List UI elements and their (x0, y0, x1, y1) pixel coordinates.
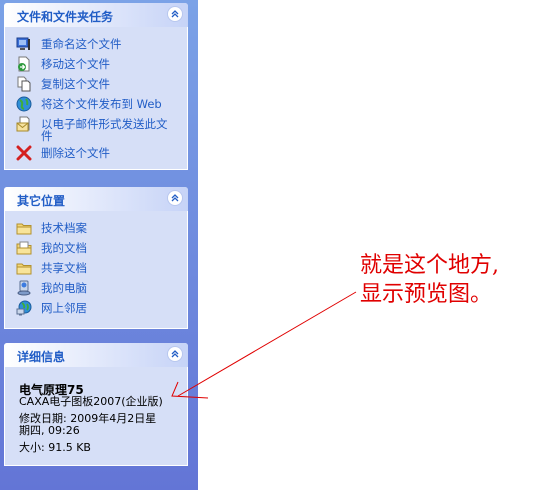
task-pane: 文件和文件夹任务 重命名这个文件 移动这个文件 复制这个文件 将这个文件发布到 … (0, 0, 198, 490)
place-my-computer-label: 我的电脑 (41, 281, 87, 295)
place-network[interactable]: 网上邻居 (16, 300, 181, 318)
folder-icon (16, 263, 32, 275)
other-places-title: 其它位置 (17, 194, 66, 208)
publish-web-icon (16, 96, 32, 112)
task-delete-label: 删除这个文件 (41, 146, 110, 160)
task-copy-label: 复制这个文件 (41, 77, 110, 91)
place-shared-documents[interactable]: 共享文档 (16, 260, 181, 278)
chevron-up-icon (171, 194, 179, 202)
file-tasks-panel: 文件和文件夹任务 重命名这个文件 移动这个文件 复制这个文件 将这个文件发布到 … (4, 3, 188, 170)
place-my-documents-label: 我的文档 (41, 241, 87, 255)
folder-icon (16, 223, 32, 235)
file-tasks-body: 重命名这个文件 移动这个文件 复制这个文件 将这个文件发布到 Web 以电子邮件… (4, 27, 188, 170)
place-my-computer[interactable]: 我的电脑 (16, 280, 181, 298)
place-network-label: 网上邻居 (41, 301, 87, 315)
place-shared-documents-label: 共享文档 (41, 261, 87, 275)
move-icon (18, 56, 30, 72)
other-places-collapse-button[interactable] (167, 190, 183, 206)
other-places-panel: 其它位置 技术档案 我的文档 共享文档 我的电脑 网上邻居 (4, 187, 188, 329)
task-email-label: 以电子邮件形式发送此文件 (41, 117, 168, 143)
delete-icon (16, 145, 32, 161)
details-title: 详细信息 (17, 350, 66, 364)
email-icon (16, 116, 30, 132)
details-file-size: 大小: 91.5 KB (19, 441, 91, 454)
other-places-header[interactable]: 其它位置 (4, 187, 188, 211)
details-body: 电气原理75 CAXA电子图板2007(企业版) 修改日期: 2009年4月2日… (4, 367, 188, 466)
task-move-label: 移动这个文件 (41, 57, 110, 71)
annotation-line-1: 就是这个地方, (360, 253, 499, 278)
task-delete[interactable]: 删除这个文件 (16, 145, 181, 163)
details-modified-date-cont: 期四, 09:26 (19, 424, 80, 437)
task-rename[interactable]: 重命名这个文件 (16, 36, 181, 54)
chevron-up-icon (171, 350, 179, 358)
details-file-type: CAXA电子图板2007(企业版) (19, 395, 163, 408)
details-panel: 详细信息 电气原理75 CAXA电子图板2007(企业版) 修改日期: 2009… (4, 343, 188, 466)
task-move[interactable]: 移动这个文件 (16, 56, 181, 74)
file-tasks-title: 文件和文件夹任务 (17, 10, 114, 24)
annotation-line-2: 显示预览图。 (360, 282, 493, 307)
file-tasks-collapse-button[interactable] (167, 6, 183, 22)
rename-icon (16, 37, 30, 50)
task-rename-label: 重命名这个文件 (41, 37, 122, 51)
task-publish-web[interactable]: 将这个文件发布到 Web (16, 96, 181, 114)
chevron-up-icon (171, 10, 179, 18)
network-icon (16, 300, 32, 316)
place-tech-archive[interactable]: 技术档案 (16, 220, 181, 238)
details-collapse-button[interactable] (167, 346, 183, 362)
file-tasks-header[interactable]: 文件和文件夹任务 (4, 3, 188, 27)
task-publish-web-label: 将这个文件发布到 Web (41, 97, 162, 111)
task-copy[interactable]: 复制这个文件 (16, 76, 181, 94)
my-documents-icon (16, 241, 32, 255)
place-my-documents[interactable]: 我的文档 (16, 240, 181, 258)
copy-icon (17, 76, 31, 92)
details-header[interactable]: 详细信息 (4, 343, 188, 367)
my-computer-icon (17, 280, 31, 296)
other-places-body: 技术档案 我的文档 共享文档 我的电脑 网上邻居 (4, 211, 188, 329)
place-tech-archive-label: 技术档案 (41, 221, 87, 235)
task-email[interactable]: 以电子邮件形式发送此文件 (16, 116, 181, 142)
